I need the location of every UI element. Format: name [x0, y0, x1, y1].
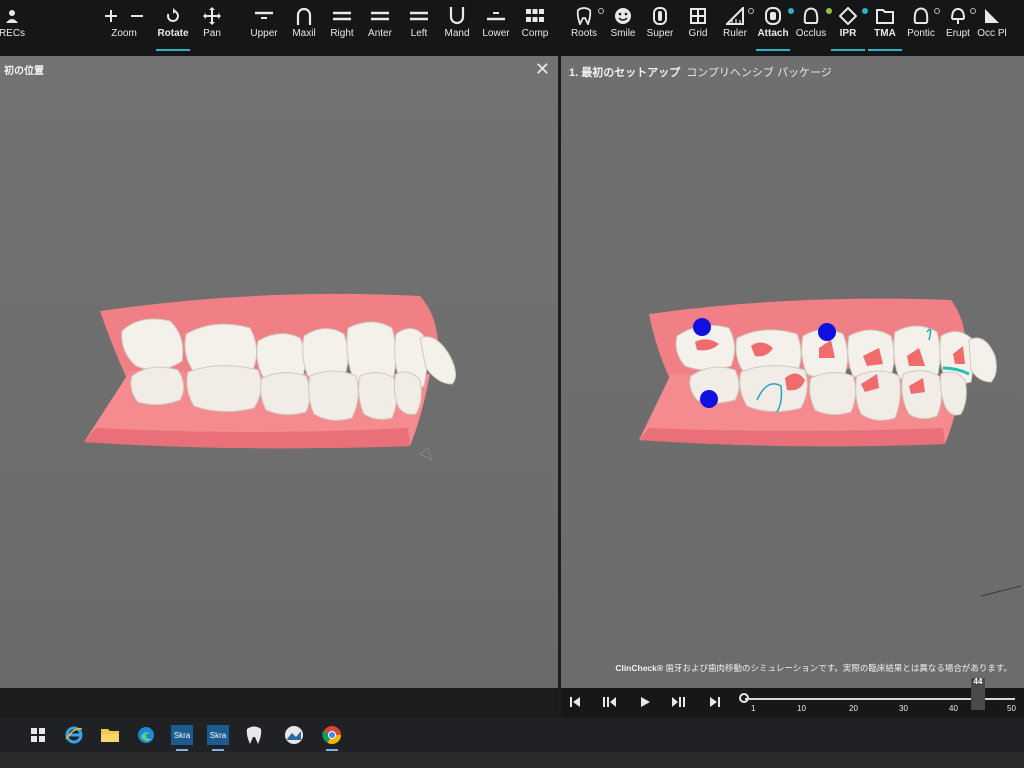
active-underline	[868, 49, 902, 51]
setup-viewport[interactable]: 1. 最初のセットアップ コンプリヘンシブ パッケージ ClinCheck® 歯…	[561, 56, 1024, 688]
maxillary-arch-icon	[295, 4, 313, 28]
initial-position-viewport[interactable]: 初の位置 ✕	[0, 56, 558, 688]
skra-app-icon-2[interactable]: Skra	[206, 724, 230, 751]
compare-grid-icon	[526, 4, 544, 28]
internet-explorer-icon[interactable]	[62, 724, 86, 746]
timeline-tick: 40	[949, 704, 958, 713]
toolbar-ruler[interactable]: Ruler	[720, 4, 754, 52]
monitor-screen: RECs Zoom Rotate Pan Upper Maxil Right A…	[0, 0, 1024, 752]
simulation-disclaimer: ClinCheck® 歯牙および歯肉移動のシミュレーションです。実際の臨床結果と…	[615, 662, 1012, 674]
right-view-icon	[333, 4, 351, 28]
tooth-root-icon	[576, 4, 592, 28]
smile-icon	[614, 4, 632, 28]
occlusal-plane-icon	[984, 4, 1000, 28]
toolbar-ipr[interactable]: IPR	[831, 4, 868, 52]
toolbar-anter[interactable]: Anter	[364, 4, 396, 52]
timeline-tick: 20	[849, 704, 858, 713]
active-underline	[756, 49, 790, 51]
toolbar-grid[interactable]: Grid	[684, 4, 712, 52]
toolbar-roots[interactable]: Roots	[568, 4, 604, 52]
timeline-tick: 50	[1007, 704, 1016, 713]
monitor-bezel	[0, 752, 1024, 768]
upper-view-icon	[255, 4, 273, 28]
current-stage-number: 44	[973, 677, 983, 686]
file-explorer-icon[interactable]	[98, 724, 122, 746]
toolbar-left[interactable]: Left	[404, 4, 434, 52]
windows-taskbar: Skra Skra	[0, 718, 1024, 752]
brand-label: ClinCheck®	[615, 663, 664, 673]
toolbar-tma[interactable]: TMA	[868, 4, 902, 52]
option-indicator	[934, 8, 940, 14]
timeline-tick: 1	[751, 704, 756, 713]
chrome-browser-icon[interactable]	[320, 724, 344, 751]
skip-to-start-icon[interactable]	[567, 694, 583, 710]
dental-model-setup	[639, 298, 1022, 597]
grid-icon	[690, 4, 706, 28]
toolbar-pan[interactable]: Pan	[198, 4, 226, 52]
stage-player: 44 1 10 20 30 40 50	[561, 677, 1024, 718]
step-forward-icon[interactable]	[671, 694, 687, 710]
folder-icon	[876, 4, 894, 28]
toolbar-right[interactable]: Right	[326, 4, 358, 52]
superimpose-icon	[652, 4, 668, 28]
skra-app-icon[interactable]: Skra	[170, 724, 194, 751]
toolbar-attach[interactable]: Attach	[756, 4, 794, 52]
dental-model-initial	[84, 293, 456, 461]
photos-app-icon[interactable]	[282, 724, 306, 746]
skra-label: Skra	[174, 731, 191, 740]
user-icon	[5, 4, 19, 28]
toolbar-maxil[interactable]: Maxil	[288, 4, 320, 52]
skra-label: Skra	[210, 731, 227, 740]
anterior-view-icon	[371, 4, 389, 28]
toolbar-occlus[interactable]: Occlus	[794, 4, 832, 52]
occlusion-icon	[803, 4, 819, 28]
left-view-icon	[410, 4, 428, 28]
option-indicator	[598, 8, 604, 14]
ipr-icon	[839, 4, 857, 28]
option-indicator	[748, 8, 754, 14]
attachment-icon	[765, 4, 781, 28]
toolbar-comp[interactable]: Comp	[518, 4, 552, 52]
toolbar-rotate[interactable]: Rotate	[154, 4, 192, 52]
ruler-icon	[726, 4, 744, 28]
rotate-icon	[165, 4, 181, 28]
toolbar-upper[interactable]: Upper	[246, 4, 282, 52]
skip-to-end-icon[interactable]	[707, 694, 723, 710]
toolbar-lower[interactable]: Lower	[480, 4, 512, 52]
disclaimer-text: 歯牙および歯肉移動のシミュレーションです。実際の臨床結果とは異なる場合があります…	[665, 663, 1012, 673]
top-toolbar: RECs Zoom Rotate Pan Upper Maxil Right A…	[0, 0, 1024, 56]
active-underline	[831, 49, 865, 51]
active-underline	[156, 49, 190, 51]
toolbar-smile[interactable]: Smile	[608, 4, 638, 52]
play-icon[interactable]	[637, 694, 653, 710]
eruption-icon	[950, 4, 966, 28]
zoom-icon	[105, 4, 143, 28]
toolbar-pontic[interactable]: Pontic	[906, 4, 940, 52]
pan-icon	[203, 4, 221, 28]
tooth-app-icon[interactable]	[242, 724, 266, 746]
windows-start-icon[interactable]	[26, 724, 50, 746]
mandibular-arch-icon	[448, 4, 466, 28]
timeline-tick: 10	[797, 704, 806, 713]
lower-view-icon	[487, 4, 505, 28]
edge-browser-icon[interactable]	[134, 724, 158, 746]
toolbar-mand[interactable]: Mand	[440, 4, 474, 52]
pontic-icon	[913, 4, 929, 28]
toolbar-super[interactable]: Super	[644, 4, 676, 52]
toolbar-zoom[interactable]: Zoom	[104, 4, 144, 52]
toolbar-recs[interactable]: RECs	[0, 4, 25, 52]
step-back-icon[interactable]	[601, 694, 617, 710]
toolbar-occ-pl[interactable]: Occ Pl	[976, 4, 1008, 52]
toolbar-erupt[interactable]: Erupt	[944, 4, 976, 52]
timeline-tick: 30	[899, 704, 908, 713]
